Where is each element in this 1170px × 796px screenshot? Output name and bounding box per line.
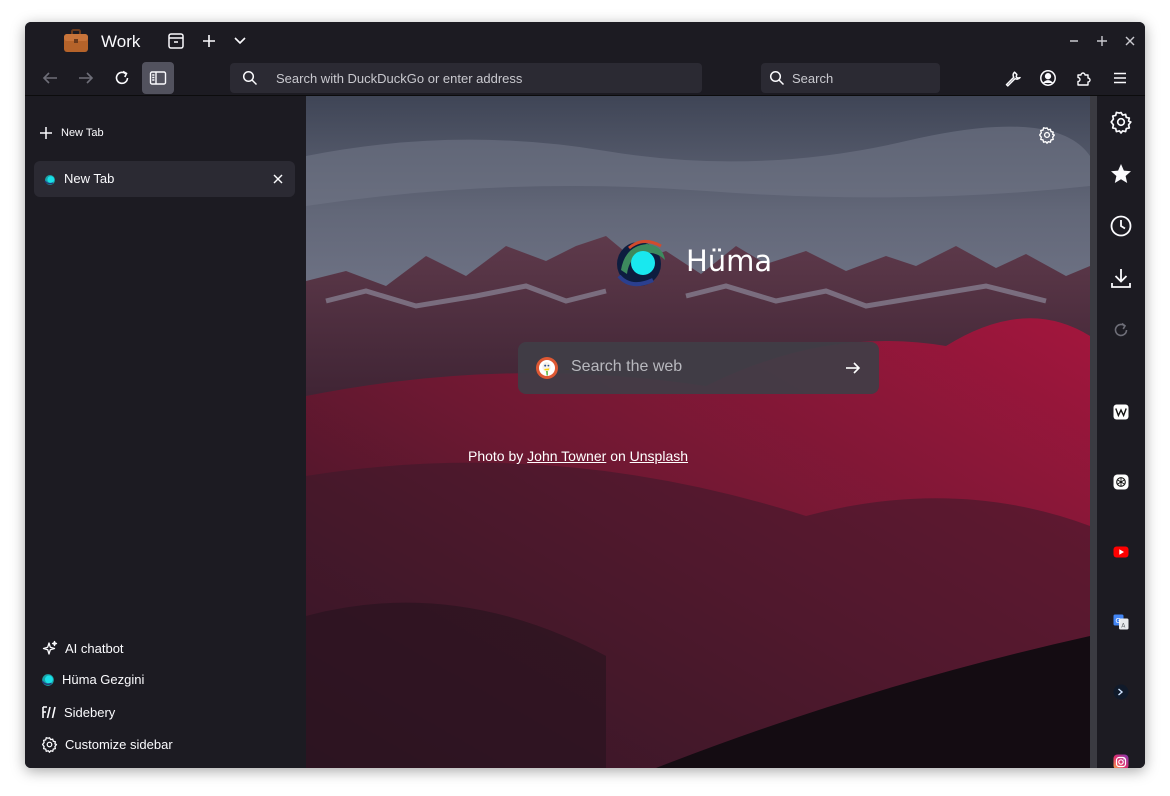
workspace-label[interactable]: Work xyxy=(101,32,140,52)
bookmarks-star-icon[interactable] xyxy=(1109,162,1133,186)
new-tab-plus-icon[interactable] xyxy=(198,30,220,52)
new-tab-button[interactable]: New Tab xyxy=(39,126,104,140)
gear-icon xyxy=(41,737,58,753)
photographer-link[interactable]: John Towner xyxy=(527,448,606,464)
credit-middle: on xyxy=(610,448,626,464)
close-window-icon[interactable] xyxy=(1120,31,1140,51)
youtube-icon[interactable] xyxy=(1113,544,1129,560)
close-tab-icon[interactable] xyxy=(271,172,285,186)
huma-gezgini-label: Hüma Gezgini xyxy=(62,672,145,687)
credit-prefix: Photo by xyxy=(468,448,524,464)
downloads-icon[interactable] xyxy=(1109,266,1133,290)
search-icon xyxy=(242,70,258,91)
account-icon[interactable] xyxy=(1032,62,1064,94)
tab-title: New Tab xyxy=(64,171,115,186)
web-search-placeholder: Search the web xyxy=(571,358,683,375)
tab-groups-icon[interactable] xyxy=(165,30,187,52)
sparkle-icon xyxy=(42,640,58,655)
sidebar-toggle-icon[interactable] xyxy=(142,62,174,94)
new-tab-label: New Tab xyxy=(61,127,104,139)
svg-text:G: G xyxy=(1115,617,1120,625)
chevron-down-icon[interactable] xyxy=(229,30,251,52)
briefcase-icon[interactable] xyxy=(63,29,89,53)
huma-logo-icon xyxy=(41,673,54,686)
duckduckgo-icon xyxy=(536,357,558,379)
sidebery-button[interactable]: Sidebery xyxy=(41,704,115,720)
ai-chatbot-label: AI chatbot xyxy=(65,641,124,656)
title-bar: Work xyxy=(25,22,1145,60)
navigation-toolbar: Search with DuckDuckGo or enter address … xyxy=(25,60,1145,96)
reload-icon[interactable] xyxy=(106,62,138,94)
search-bar[interactable]: Search xyxy=(761,63,940,93)
chatgpt-icon[interactable] xyxy=(1113,474,1129,490)
right-panel-toolbar: GA xyxy=(1097,96,1145,768)
customize-sidebar-label: Customize sidebar xyxy=(65,737,173,752)
terminal-prompt-icon[interactable] xyxy=(1113,684,1129,700)
sync-refresh-icon[interactable] xyxy=(1113,322,1129,338)
wrench-icon[interactable] xyxy=(996,62,1028,94)
search-placeholder: Search xyxy=(792,71,834,86)
mountain-background xyxy=(306,96,1090,768)
huma-logo-icon xyxy=(611,236,671,288)
new-tab-page: Hüma Search the web Photo by John Towner… xyxy=(306,96,1090,768)
huma-favicon-icon xyxy=(44,173,56,185)
settings-gear-icon[interactable] xyxy=(1109,110,1133,134)
extensions-puzzle-icon[interactable] xyxy=(1068,62,1100,94)
maximize-icon[interactable] xyxy=(1092,31,1112,51)
page-settings-gear-icon[interactable] xyxy=(1038,126,1058,146)
splitter-bar[interactable] xyxy=(1090,96,1097,768)
vertical-tabs-sidebar: New Tab New Tab AI chatbot Hüma Gezgini … xyxy=(25,96,305,768)
arrow-right-icon[interactable] xyxy=(844,359,862,377)
web-search-box[interactable]: Search the web xyxy=(518,342,879,394)
address-bar[interactable]: Search with DuckDuckGo or enter address xyxy=(230,63,702,93)
browser-window: Work Search with DuckDuckGo or enter add… xyxy=(25,22,1145,768)
plus-icon xyxy=(40,127,52,139)
ai-chatbot-button[interactable]: AI chatbot xyxy=(41,640,124,657)
back-arrow-icon[interactable] xyxy=(34,62,66,94)
wikipedia-icon[interactable] xyxy=(1113,404,1129,420)
customize-sidebar-button[interactable]: Customize sidebar xyxy=(41,736,173,753)
tab-item[interactable]: New Tab xyxy=(34,161,295,197)
google-translate-icon[interactable]: GA xyxy=(1113,614,1129,630)
unsplash-link[interactable]: Unsplash xyxy=(630,448,688,464)
search-icon xyxy=(769,70,785,91)
minimize-icon[interactable] xyxy=(1064,31,1084,51)
brand-title: Hüma xyxy=(686,244,773,278)
history-clock-icon[interactable] xyxy=(1109,214,1133,238)
sidebery-icon xyxy=(42,706,56,719)
photo-credit: Photo by John Towner on Unsplash xyxy=(468,448,688,464)
forward-arrow-icon[interactable] xyxy=(70,62,102,94)
sidebery-label: Sidebery xyxy=(64,704,116,720)
huma-gezgini-button[interactable]: Hüma Gezgini xyxy=(41,672,144,687)
hamburger-menu-icon[interactable] xyxy=(1104,62,1136,94)
address-placeholder: Search with DuckDuckGo or enter address xyxy=(276,71,523,86)
instagram-icon[interactable] xyxy=(1113,754,1129,768)
